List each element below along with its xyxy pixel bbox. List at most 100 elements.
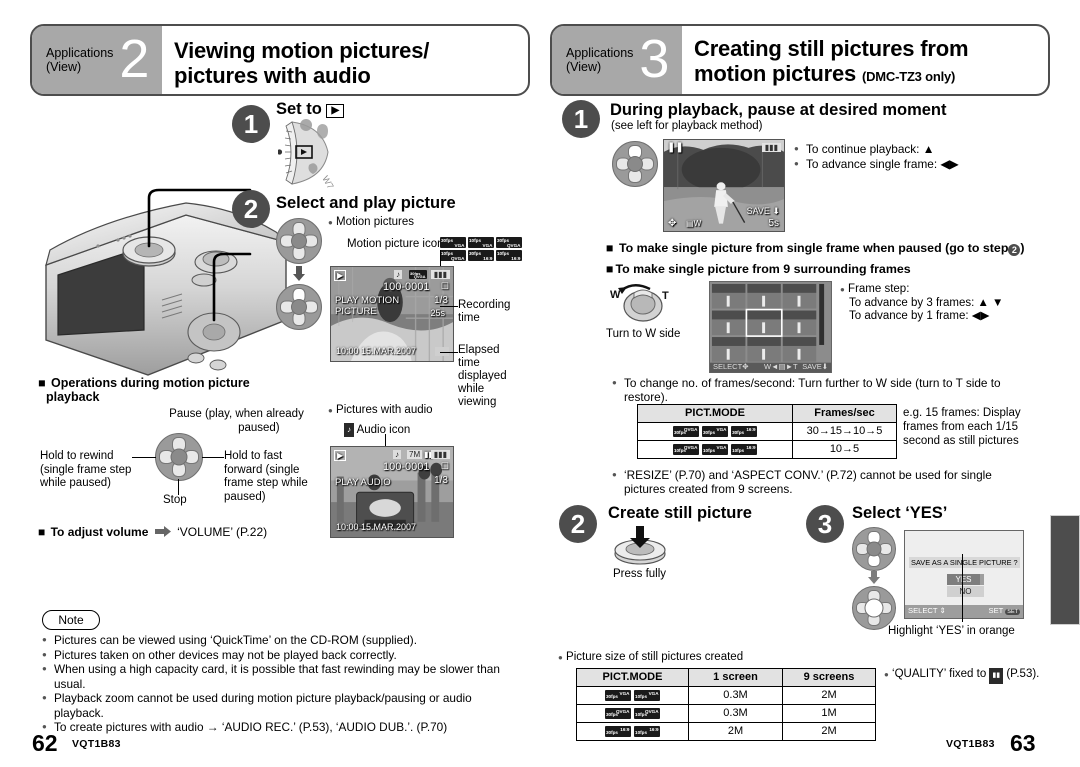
operations-down-leader [178,479,179,495]
right-banner-applications: Applications [566,46,634,60]
lcd-paused-save-label: SAVE ⬇ [746,206,780,216]
lcd-paused-frame: ❚❚ ▮▮▮ SAVE ⬇ 5s ✥ ▤W [663,139,785,232]
size-icon-r1-1: 30fps VGA [604,689,631,701]
fps-icon-cluster: 30fps VGA 10fps VGA 30fps QVGA 10fps QVGA 30… [440,237,532,261]
fps-icon-r2-1: 10fps QVGA [672,443,699,455]
right-page-number: 63 [1010,730,1036,756]
right-banner-number: 3 [639,29,670,89]
lcd-motion-fps-icon: 30fps QVGA [409,270,427,279]
table-row: 30fps VGA 10fps VGA 0.3M 2M [576,686,876,705]
right-banner-title-sub: (DMC-TZ3 only) [861,69,956,84]
fps-icon-10fps-qvga: 10fps QVGA [440,250,466,261]
audio-icon-label: Audio icon [356,424,411,436]
left-step-1-title-text: Set to [276,100,322,118]
operations-cursor-pad[interactable] [155,433,203,481]
step3-cursor-pad-top[interactable] [852,527,896,571]
operations-down-label: Stop [163,494,187,506]
fps-table-row1-icons: 30fps QVGA 30fps VGA 30fps 16:9 [637,422,793,441]
right-chapter-banner: Applications (View) 3 Creating still pic… [550,24,1050,96]
operations-heading-line2: playback [46,390,100,404]
fps-table-row: 30fps QVGA 30fps VGA 30fps 16:9 30→15→10→5 [637,422,897,441]
dialog-yes-option[interactable]: YES [947,574,984,585]
right-step-1-number: 1 [562,100,600,138]
fps-icon-30fps-qvga: 30fps QVGA [496,237,522,248]
right-step-1-title: During playback, pause at desired moment [610,101,947,119]
left-step-2-title: Select and play picture [276,194,456,212]
lcd-audio-file-no: 100-0001 [383,461,430,473]
fps-table-row: 10fps QVGA 10fps VGA 10fps 16:9 10→5 [637,440,897,459]
resize-note-list: ‘RESIZE’ (P.70) and ‘ASPECT CONV.’ (P.72… [612,468,1032,497]
lcd-paused-pause-icon: ❚❚ [667,142,684,153]
lcd-audio-message: PLAY AUDIO [335,477,391,488]
left-page-code: VQT1B83 [72,738,121,750]
step3-cursor-pad-bottom[interactable] [852,586,896,630]
left-banner-badge: Applications (View) 2 [32,26,162,94]
left-banner-number: 2 [119,29,150,89]
nine-frame-grid-screen: SELECT✥ W◄▤►T SAVE⬇ [709,281,832,373]
svg-text:W7: W7 [320,174,335,188]
dialog-footer-select: SELECT ⇕ [908,606,946,615]
size-row3-nine: 2M [782,722,876,741]
fps-table-h1: PICT.MODE [637,404,793,423]
operations-heading: Operations during motion picture [38,376,250,391]
left-banner-title-line1: Viewing motion pictures/ [174,37,430,63]
fps-icon-10fps-169: 10fps 16:9 [496,250,522,261]
right-banner-view: (View) [566,60,602,74]
note-badge: Note [42,610,100,630]
size-table-caption: Picture size of still pictures created [566,651,744,663]
audio-icon-label-row: ♪ Audio icon [344,423,410,438]
manual-page-spread: Applications (View) 2 Viewing motion pic… [0,0,1080,767]
right-banner-title-line1: Creating still pictures from [694,36,969,61]
left-banner-applications: Applications [46,46,114,60]
single-frame-heading-tail: ) [1020,241,1025,255]
cursor-pad-play[interactable] [276,284,322,330]
right-step1-bullet-1: To continue playback: ▲ [794,142,1034,157]
frame-step-block: ● Frame step: To advance by 3 frames: ▲ … [840,283,1004,322]
zoom-lever-icon[interactable]: W T [610,281,676,325]
size-icon-r1-2: 10fps VGA [634,689,661,701]
right-step1-cursor-pad[interactable] [612,141,658,187]
lcd-paused-photo [664,140,784,231]
size-table-h3: 9 screens [782,668,876,687]
right-step1-bullet-2: To advance single frame: ◀▶ [794,157,1034,172]
operations-up-label: Pause (play, when already paused) [169,408,304,434]
step3-pad-center[interactable] [866,541,882,557]
table-row: 30fps QVGA 10fps QVGA 0.3M 1M [576,704,876,723]
quality-note-row: ● ‘QUALITY’ fixed to ▮▮ (P.53). [884,668,1049,684]
size-table: PICT.MODE 1 screen 9 screens 30fps VGA 10… [576,668,876,741]
nine-frames-heading: To make single picture from 9 surroundin… [606,262,910,277]
size-table-caption-row: ● Picture size of still pictures created [558,651,744,663]
size-row3-icons: 30fps 16:9 10fps 16:9 [576,722,689,741]
quality-icon: ▮▮ [989,668,1004,684]
motion-picture-icon-label: Motion picture icon [347,238,444,250]
play-mode-icon: ▶ [326,104,345,118]
cursor-pad-center-2[interactable] [291,299,307,315]
size-row1-one: 0.3M [688,686,783,705]
operations-pad-center[interactable] [170,448,188,466]
rec-time-leader [440,306,458,307]
fps-icon-r1-3: 30fps 16:9 [731,425,758,437]
size-row3-one: 2M [688,722,783,741]
lcd-paused-time: 5s [768,218,779,229]
right-step1-bullets: To continue playback: ▲ To advance singl… [794,142,1034,171]
right-step-1-subtitle: (see left for playback method) [611,120,763,132]
lcd-audio-datetime: 10:00 15.MAR.2007 [336,522,417,532]
shutter-button-icon[interactable] [612,526,668,566]
frames-note-list: To change no. of frames/second: Turn fur… [612,376,1027,405]
grid-footer-zoom: W◄▤►T [764,362,798,371]
cursor-pad-center[interactable] [291,233,307,249]
right-step-2-number: 2 [559,505,597,543]
fps-table-h2: Frames/sec [792,404,897,423]
audio-icon: ♪ [344,423,354,437]
lcd-audio-battery-icon: ▮▮▮ [430,450,450,459]
lcd-paused-cursor-icon: ✥ [668,218,677,229]
right-step1-pad-center[interactable] [627,156,643,172]
step3b-pad-center-set[interactable] [864,598,884,618]
left-banner-title: Viewing motion pictures/ pictures with a… [162,26,528,94]
lcd-motion-picture: ▶ ♪ 30fps QVGA ▮▮▮ 100-0001 ☐ 1/3 PLAY MO… [330,266,454,362]
size-row1-nine: 2M [782,686,876,705]
dialog-no-option[interactable]: NO [947,586,984,597]
nine-frame-grid-art [710,282,831,373]
cursor-pad-select[interactable] [276,218,322,264]
note-item-5: To create pictures with audio → ‘AUDIO R… [42,720,524,735]
